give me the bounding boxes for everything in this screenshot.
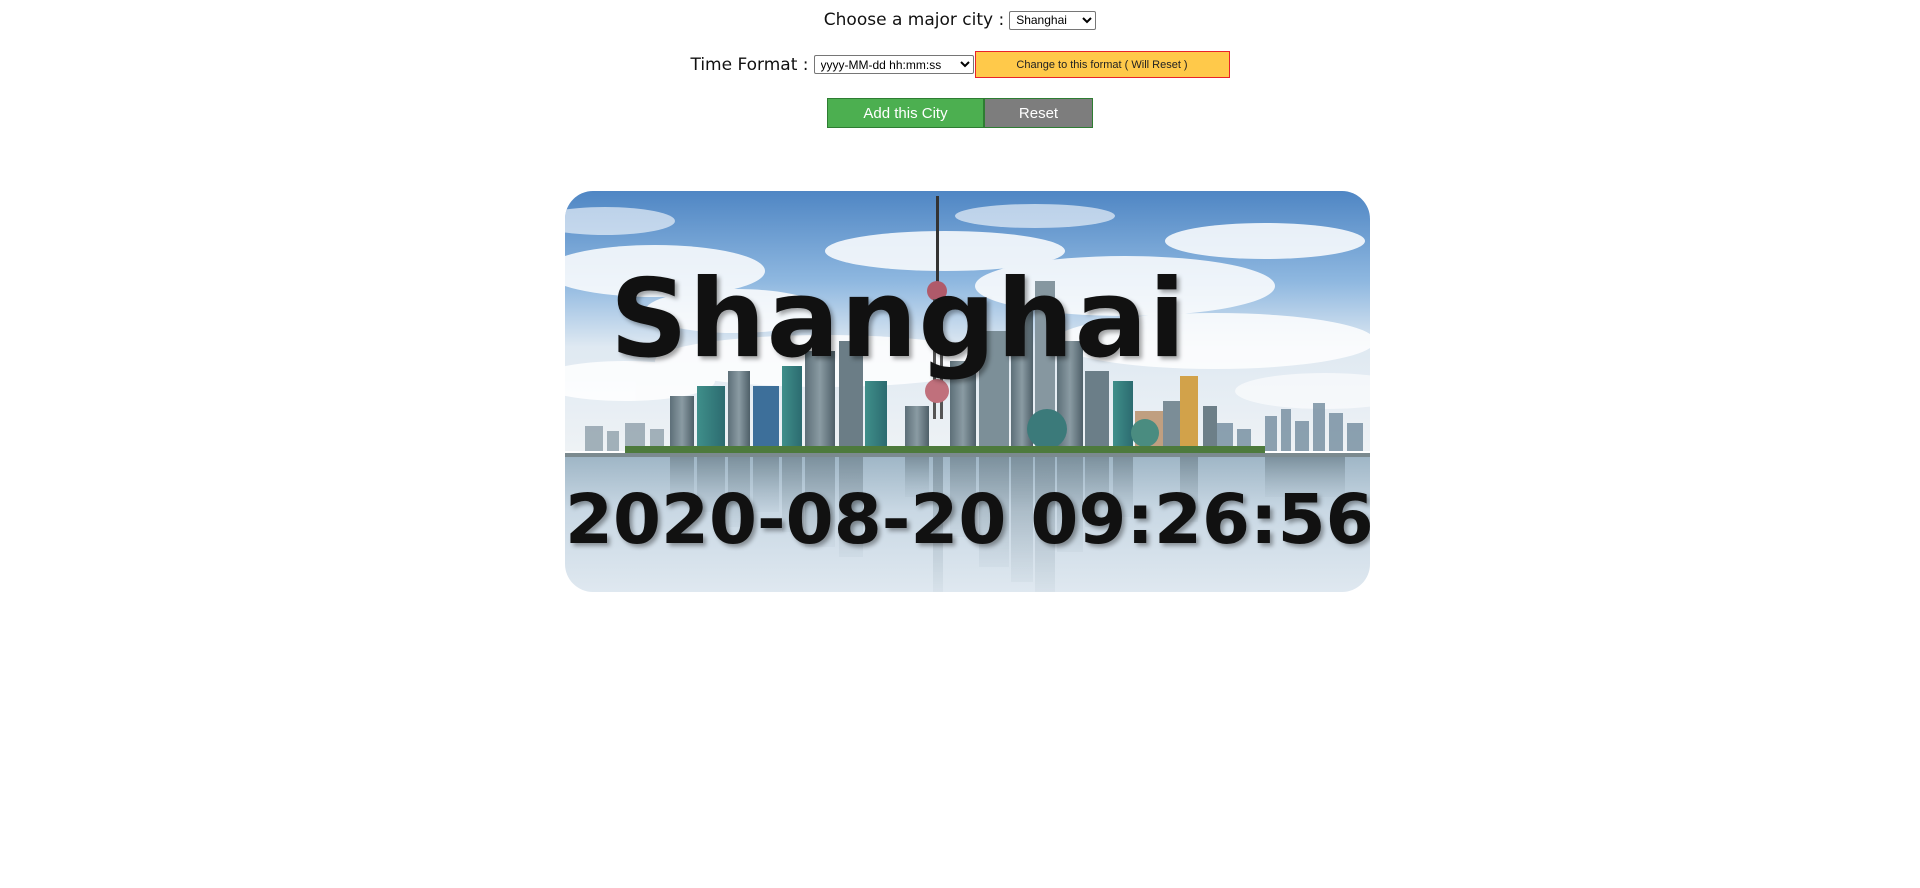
clock-city-name: Shanghai — [610, 257, 1187, 382]
format-select[interactable]: yyyy-MM-dd hh:mm:ss — [813, 55, 974, 74]
reset-button[interactable]: Reset — [984, 98, 1093, 128]
change-format-button[interactable]: Change to this format ( Will Reset ) — [974, 51, 1230, 78]
format-label: Time Format : — [690, 54, 809, 75]
city-label: Choose a major city : — [823, 10, 1005, 30]
city-select[interactable]: Shanghai — [1009, 10, 1097, 30]
clock-time: 2020-08-20 09:26:56 — [565, 480, 1370, 560]
add-city-button[interactable]: Add this City — [827, 98, 984, 128]
clock-card: Shanghai 2020-08-20 09:26:56 — [565, 191, 1370, 592]
format-row: Time Format : yyyy-MM-dd hh:mm:ss Change… — [0, 51, 1920, 78]
action-row: Add this City Reset — [0, 98, 1920, 128]
city-row: Choose a major city : Shanghai — [0, 9, 1920, 31]
